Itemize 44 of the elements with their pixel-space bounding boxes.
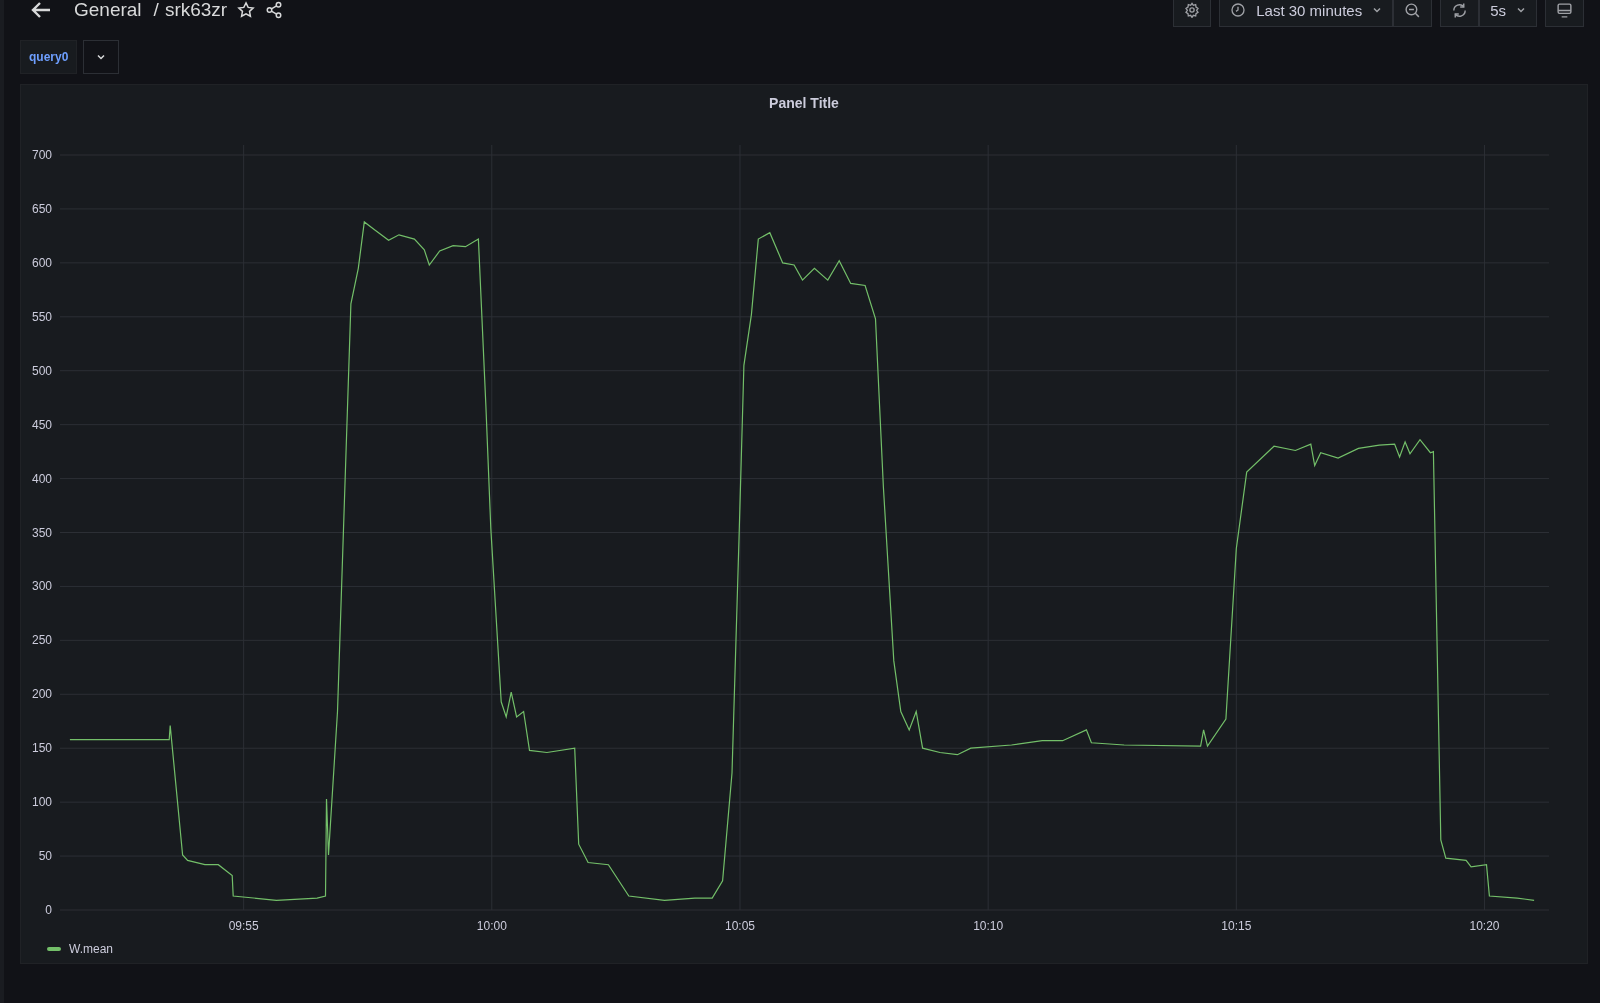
y-axis-label: 350	[31, 525, 52, 540]
x-axis-label: 10:20	[1469, 919, 1500, 933]
y-axis-label: 100	[31, 795, 52, 810]
caret-icon	[1372, 5, 1383, 15]
zoom-out-button[interactable]	[1393, 0, 1433, 27]
star-icon[interactable]	[237, 1, 256, 19]
settings-button[interactable]	[1173, 0, 1212, 27]
y-axis-label: 150	[31, 741, 52, 756]
zoom-out-icon	[1404, 1, 1422, 19]
y-axis-label: 650	[31, 201, 52, 216]
clock-icon	[1230, 2, 1247, 18]
variable-label[interactable]: query0	[20, 40, 78, 74]
x-axis-label: 10:10	[973, 919, 1004, 933]
y-axis-label: 500	[31, 363, 52, 378]
caret-icon	[1516, 5, 1526, 15]
share-icon[interactable]	[265, 1, 284, 19]
y-axis-label: 0	[45, 903, 52, 917]
breadcrumb-separator: /	[153, 0, 159, 21]
refresh-button[interactable]	[1440, 0, 1480, 27]
x-axis-label: 10:00	[476, 919, 507, 933]
refresh-icon	[1451, 1, 1469, 19]
y-axis-label: 600	[31, 255, 52, 270]
panel-title[interactable]: Panel Title	[21, 85, 1587, 125]
folder-title[interactable]: General	[74, 0, 142, 21]
y-axis-label: 700	[31, 148, 52, 162]
y-axis-label: 250	[31, 633, 52, 648]
x-axis-label: 10:05	[724, 919, 755, 933]
dashboard-title[interactable]: srk63zr	[164, 0, 228, 21]
monitor-icon	[1556, 1, 1573, 19]
y-axis-label: 400	[31, 471, 52, 486]
settings-icon	[1184, 2, 1201, 18]
legend-label[interactable]: W.mean	[69, 942, 113, 956]
tv-mode-button[interactable]	[1545, 0, 1584, 27]
x-axis-label: 10:15	[1221, 919, 1252, 933]
refresh-interval-picker[interactable]: 5s	[1479, 0, 1537, 27]
y-axis-label: 200	[31, 687, 52, 702]
caret-icon	[96, 52, 107, 62]
time-range-picker[interactable]: Last 30 minutes	[1219, 0, 1394, 27]
y-axis-label: 550	[31, 309, 52, 324]
y-axis-label: 450	[31, 417, 52, 432]
x-axis-label: 09:55	[228, 919, 259, 933]
y-axis-label: 300	[31, 579, 52, 594]
y-axis-label: 50	[38, 849, 52, 864]
back-arrow-icon[interactable]	[30, 0, 52, 20]
